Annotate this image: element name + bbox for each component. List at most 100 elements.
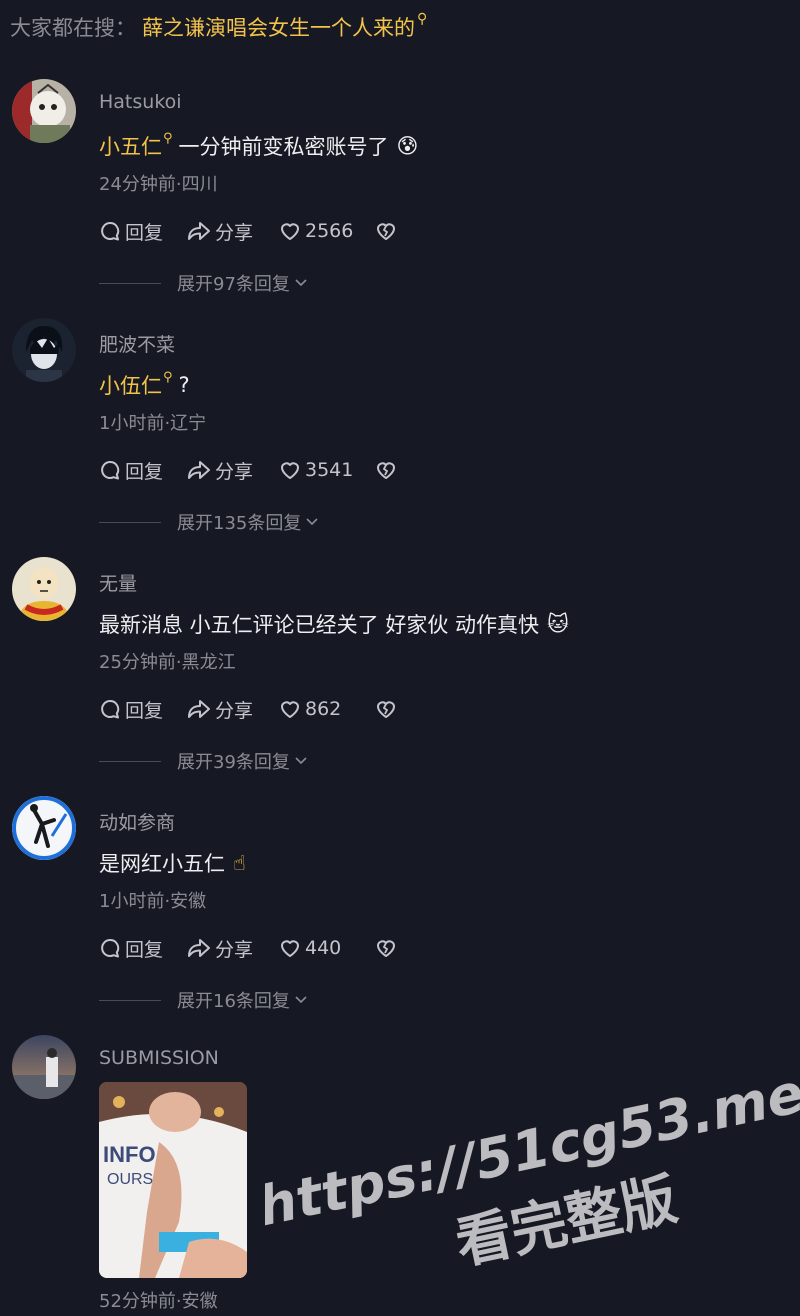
- reply-label: 回复: [125, 699, 164, 722]
- expand-replies-button[interactable]: 展开16条回复: [99, 987, 307, 1013]
- expand-replies-label: 展开16条回复: [177, 991, 290, 1012]
- comment-item: Hatsukoi 小五仁 ⚲ 一分钟前变私密账号了 😰 24分钟前·四川 回复 分享 …: [0, 79, 800, 318]
- divider: [99, 999, 161, 1001]
- share-icon: [188, 461, 210, 479]
- svg-text:INFO: INFO: [103, 1142, 156, 1167]
- share-button[interactable]: 分享: [187, 696, 279, 723]
- reply-button[interactable]: 回复: [99, 457, 187, 484]
- expand-replies-button[interactable]: 展开135条回复: [99, 509, 318, 535]
- comment-meta: 25分钟前·黑龙江: [99, 652, 236, 673]
- comment-meta: 1小时前·辽宁: [99, 413, 207, 434]
- comment-username[interactable]: SUBMISSION: [99, 1047, 219, 1069]
- reply-icon: [101, 699, 120, 719]
- watermark: https://51cg53.me 看完整版: [265, 1061, 800, 1277]
- expand-replies-button[interactable]: 展开97条回复: [99, 270, 307, 296]
- reply-label: 回复: [125, 221, 164, 244]
- like-count: 3541: [305, 459, 354, 481]
- comment-text: 小五仁 ⚲ 一分钟前变私密账号了 😰: [99, 131, 418, 161]
- reply-label: 回复: [125, 938, 164, 961]
- reply-button[interactable]: 回复: [99, 935, 187, 962]
- reply-icon: [101, 938, 120, 958]
- comment-image[interactable]: INFO OURSE: [99, 1082, 247, 1278]
- comment-item: 肥波不菜 小伍仁 ⚲? 1小时前·辽宁 回复 分享 3541 展开135条回复: [0, 318, 800, 557]
- like-button[interactable]: 2566: [279, 220, 375, 242]
- comment-actions: 回复 分享 2566: [99, 218, 397, 244]
- share-button[interactable]: 分享: [187, 935, 279, 962]
- avatar[interactable]: [12, 79, 76, 143]
- expand-replies-label: 展开97条回复: [177, 274, 290, 295]
- emoji-cat-icon: 🐱: [547, 612, 569, 636]
- search-icon: ⚲: [163, 130, 173, 146]
- heart-icon: [281, 701, 299, 718]
- comment-username[interactable]: 动如参商: [99, 808, 175, 835]
- reply-button[interactable]: 回复: [99, 218, 187, 245]
- comment-body: 最新消息 小五仁评论已经关了 好家伙 动作真快: [99, 613, 540, 637]
- like-count: 862: [305, 698, 342, 720]
- comment-meta: 52分钟前·安徽: [99, 1291, 218, 1312]
- expand-replies-label: 展开135条回复: [177, 513, 302, 534]
- heart-icon: [281, 223, 299, 240]
- avatar[interactable]: [12, 318, 76, 382]
- comment-username[interactable]: 肥波不菜: [99, 330, 175, 357]
- share-icon: [188, 700, 210, 718]
- dislike-button[interactable]: [375, 220, 397, 242]
- emoji-anxious-icon: 😰: [396, 134, 419, 158]
- like-count: 2566: [305, 220, 354, 242]
- dislike-button[interactable]: [375, 698, 397, 720]
- share-icon: [188, 939, 210, 957]
- comment-mention[interactable]: 小伍仁: [99, 370, 162, 400]
- like-button[interactable]: 3541: [279, 459, 375, 481]
- search-suggestion-prefix: 大家都在搜：: [10, 16, 136, 40]
- search-suggestion-query[interactable]: 薛之谦演唱会女生一个人来的: [142, 12, 415, 42]
- search-icon: ⚲: [163, 369, 173, 385]
- reply-icon: [101, 460, 120, 480]
- broken-heart-icon: [377, 940, 395, 957]
- comment-item: 无量 最新消息 小五仁评论已经关了 好家伙 动作真快 🐱 25分钟前·黑龙江 回复…: [0, 557, 800, 796]
- comment-mention[interactable]: 小五仁: [99, 131, 162, 161]
- reply-icon: [101, 221, 120, 241]
- chevron-down-icon: [295, 757, 307, 765]
- dislike-button[interactable]: [375, 459, 397, 481]
- share-button[interactable]: 分享: [187, 457, 279, 484]
- avatar[interactable]: [12, 1035, 76, 1099]
- share-label: 分享: [215, 221, 254, 244]
- comment-text: 小伍仁 ⚲?: [99, 370, 190, 400]
- comment-meta: 1小时前·安徽: [99, 891, 207, 912]
- comment-body: 是网红小五仁: [99, 852, 225, 876]
- share-button[interactable]: 分享: [187, 218, 279, 245]
- chevron-down-icon: [306, 518, 318, 526]
- avatar[interactable]: [12, 796, 76, 860]
- reply-button[interactable]: 回复: [99, 696, 187, 723]
- comment-username[interactable]: 无量: [99, 569, 137, 596]
- broken-heart-icon: [377, 462, 395, 479]
- divider: [99, 760, 161, 762]
- comment-actions: 回复 分享 3541: [99, 457, 397, 483]
- comment-item: 动如参商 是网红小五仁 ☝ 1小时前·安徽 回复 分享 440 展开16条回复: [0, 796, 800, 1035]
- search-suggestion-bar[interactable]: 大家都在搜： 薛之谦演唱会女生一个人来的 ⚲: [10, 11, 428, 42]
- comment-actions: 回复 分享 440: [99, 935, 397, 961]
- comment-text: 最新消息 小五仁评论已经关了 好家伙 动作真快 🐱: [99, 609, 569, 639]
- divider: [99, 282, 161, 284]
- comment-text: 是网红小五仁 ☝: [99, 848, 246, 878]
- share-icon: [188, 222, 210, 240]
- search-icon: ⚲: [417, 11, 428, 27]
- share-label: 分享: [215, 460, 254, 483]
- like-count: 440: [305, 937, 342, 959]
- comment-meta: 24分钟前·四川: [99, 174, 218, 195]
- comment-username[interactable]: Hatsukoi: [99, 91, 182, 113]
- expand-replies-label: 展开39条回复: [177, 752, 290, 773]
- like-button[interactable]: 862: [279, 698, 375, 720]
- emoji-pointing-up-icon: ☝: [233, 851, 246, 875]
- expand-replies-button[interactable]: 展开39条回复: [99, 748, 307, 774]
- dislike-button[interactable]: [375, 937, 397, 959]
- chevron-down-icon: [295, 279, 307, 287]
- heart-icon: [281, 462, 299, 479]
- broken-heart-icon: [377, 223, 395, 240]
- reply-label: 回复: [125, 460, 164, 483]
- divider: [99, 521, 161, 523]
- heart-icon: [281, 940, 299, 957]
- avatar[interactable]: [12, 557, 76, 621]
- like-button[interactable]: 440: [279, 937, 375, 959]
- share-label: 分享: [215, 699, 254, 722]
- comment-body: ?: [178, 373, 190, 397]
